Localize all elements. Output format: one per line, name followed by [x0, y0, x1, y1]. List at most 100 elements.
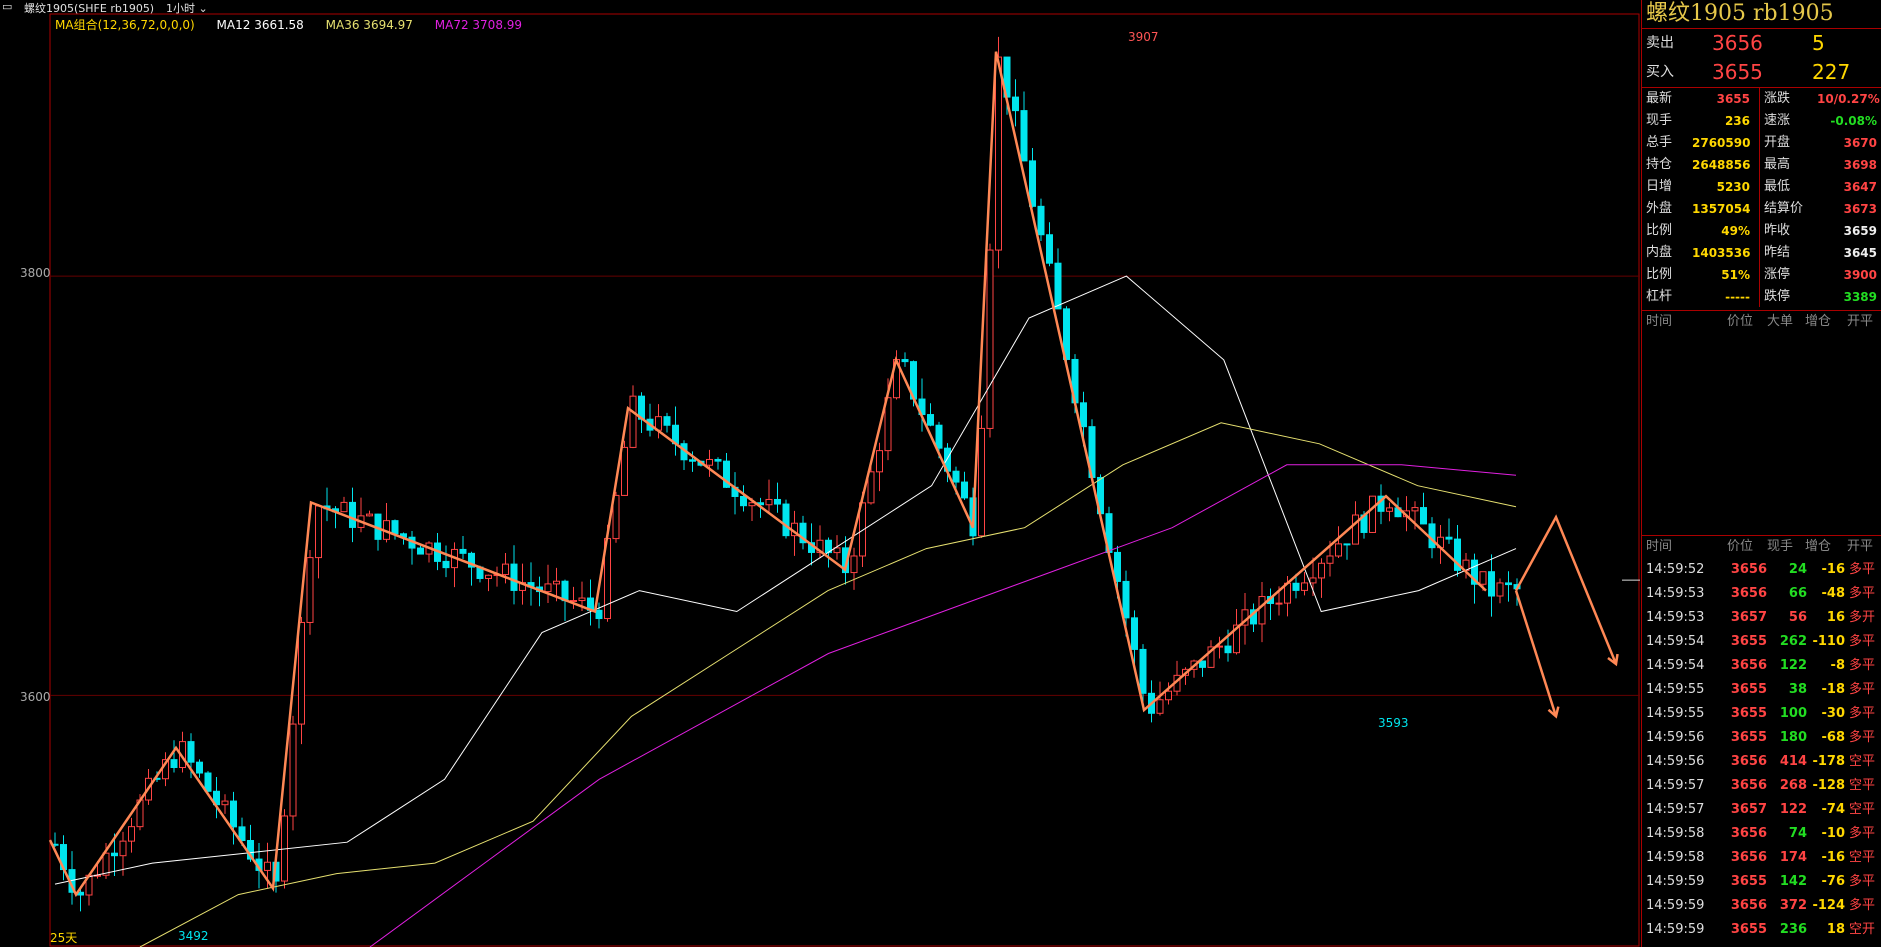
stat-value: -0.08% [1830, 114, 1877, 128]
tick-row[interactable]: 14:59:57 3656 268 -128 空平 [1642, 774, 1881, 798]
stat-label: 跌停 [1764, 289, 1791, 304]
tick-volume: 56 [1788, 610, 1807, 625]
tick-type: 多平 [1849, 634, 1876, 649]
tick-price: 3655 [1730, 634, 1767, 649]
tick-row[interactable]: 14:59:53 3656 66 -48 多平 [1642, 582, 1881, 606]
stat-value: 2648856 [1692, 158, 1751, 172]
tick-time: 14:59:53 [1646, 586, 1705, 601]
tick-row[interactable]: 14:59:56 3656 414 -178 空平 [1642, 750, 1881, 774]
tick-volume: 122 [1779, 802, 1807, 817]
tick-volume: 236 [1779, 922, 1807, 937]
tick-row[interactable]: 14:59:59 3655 142 -76 多平 [1642, 870, 1881, 894]
projection-path-down [1514, 590, 1558, 717]
candle-body [901, 359, 909, 363]
tick-type: 空平 [1849, 754, 1876, 769]
candle-body [1479, 571, 1487, 585]
stat-label: 日增 [1646, 179, 1673, 194]
tick-type: 空开 [1849, 922, 1876, 937]
candle-body [417, 547, 424, 555]
tick-time: 14:59:58 [1646, 850, 1705, 865]
candle-body [306, 557, 314, 623]
y-label-3600: 3600 [20, 690, 51, 704]
candle-body [1114, 551, 1121, 582]
tick-row[interactable]: 14:59:56 3655 180 -68 多平 [1642, 726, 1881, 750]
bid-volume: 227 [1812, 60, 1851, 84]
panel-title: 螺纹1905 rb1905 [1642, 0, 1881, 29]
tick-price: 3655 [1730, 874, 1767, 889]
candle-body [1309, 577, 1317, 584]
candle-body [1326, 555, 1334, 564]
tick-row[interactable]: 14:59:54 3655 262 -110 多平 [1642, 630, 1881, 654]
stat-label: 现手 [1646, 113, 1673, 128]
tick-row[interactable]: 14:59:54 3656 122 -8 多平 [1642, 654, 1881, 678]
candle-body [927, 414, 934, 426]
tick-price: 3657 [1730, 802, 1767, 817]
tick-type: 多平 [1849, 874, 1876, 889]
candle-body [663, 416, 671, 426]
tick-row[interactable]: 14:59:58 3656 74 -10 多平 [1642, 822, 1881, 846]
candle-body [298, 621, 305, 725]
stat-label: 比例 [1646, 223, 1673, 238]
tick-row[interactable]: 14:59:53 3657 56 16 多开 [1642, 606, 1881, 630]
tick-row[interactable]: 14:59:52 3656 24 -16 多平 [1642, 558, 1881, 582]
tick-time: 14:59:59 [1646, 898, 1705, 913]
candle-body [706, 458, 713, 466]
left-low-annotation: 3492 [178, 929, 209, 943]
candle-body [170, 759, 178, 768]
tick-row[interactable]: 14:59:55 3655 38 -18 多平 [1642, 678, 1881, 702]
tick-volume: 262 [1779, 634, 1807, 649]
candle-body [459, 548, 467, 554]
stat-value: 236 [1724, 114, 1750, 128]
candle-body [102, 852, 110, 876]
tick-time: 14:59:53 [1646, 610, 1705, 625]
candle-body [1301, 582, 1308, 591]
tick-price: 3657 [1730, 610, 1767, 625]
tick-price: 3656 [1730, 850, 1767, 865]
candlestick-chart[interactable] [0, 0, 1640, 947]
tick-row[interactable]: 14:59:57 3657 122 -74 空平 [1642, 798, 1881, 822]
stat-value: 3659 [1843, 224, 1877, 238]
candle-body [1122, 580, 1130, 619]
tick-volume: 38 [1788, 682, 1807, 697]
tick-price: 3655 [1730, 730, 1767, 745]
ask-row[interactable]: 卖出 3656 5 [1642, 29, 1881, 58]
days-label: 25天 [50, 931, 78, 945]
stat-value: 49% [1721, 224, 1750, 238]
candle-body [621, 446, 628, 496]
bid-label: 买入 [1646, 64, 1674, 80]
tick-time: 14:59:56 [1646, 754, 1705, 769]
candle-body [1224, 645, 1232, 654]
stat-label: 最新 [1646, 91, 1673, 106]
tick-oi-change: -68 [1821, 730, 1846, 745]
tick-time: 14:59:57 [1646, 778, 1705, 793]
tick-oi-change: -16 [1821, 850, 1846, 865]
candle-body [544, 583, 552, 593]
stat-value: 3645 [1843, 246, 1877, 260]
tick-volume: 268 [1779, 778, 1807, 793]
header-2: 大单 [1767, 314, 1794, 329]
tick-time: 14:59:57 [1646, 802, 1705, 817]
candle-body [1054, 262, 1062, 310]
tick-row[interactable]: 14:59:55 3655 100 -30 多平 [1642, 702, 1881, 726]
tick-row[interactable]: 14:59:59 3655 236 18 空开 [1642, 918, 1881, 942]
stat-label: 总手 [1646, 135, 1673, 150]
tick-list[interactable]: 时间 价位 现手 增仓 开平 14:59:52 3656 24 -16 多平 14:59:… [1642, 535, 1881, 942]
candle-body [230, 800, 237, 828]
stat-label: 外盘 [1646, 201, 1673, 216]
stat-value: 3670 [1843, 136, 1877, 150]
tick-volume: 100 [1779, 706, 1807, 721]
candle-body [1046, 234, 1053, 264]
stat-value: 5230 [1716, 180, 1750, 194]
stat-row: 持仓 2648856 最高 3698 [1642, 154, 1881, 176]
tick-oi-change: -30 [1821, 706, 1846, 721]
tick-type: 空平 [1849, 778, 1876, 793]
stat-row: 日增 5230 最低 3647 [1642, 176, 1881, 198]
tick-type: 多平 [1849, 586, 1876, 601]
stat-value: 3900 [1843, 268, 1877, 282]
tick-row[interactable]: 14:59:59 3656 372 -124 多平 [1642, 894, 1881, 918]
tick-oi-change: 16 [1826, 610, 1845, 625]
stat-row: 杠杆 ----- 跌停 3389 [1642, 286, 1881, 308]
candle-body [689, 459, 696, 462]
tick-row[interactable]: 14:59:58 3656 174 -16 空平 [1642, 846, 1881, 870]
bid-row[interactable]: 买入 3655 227 [1642, 58, 1881, 87]
